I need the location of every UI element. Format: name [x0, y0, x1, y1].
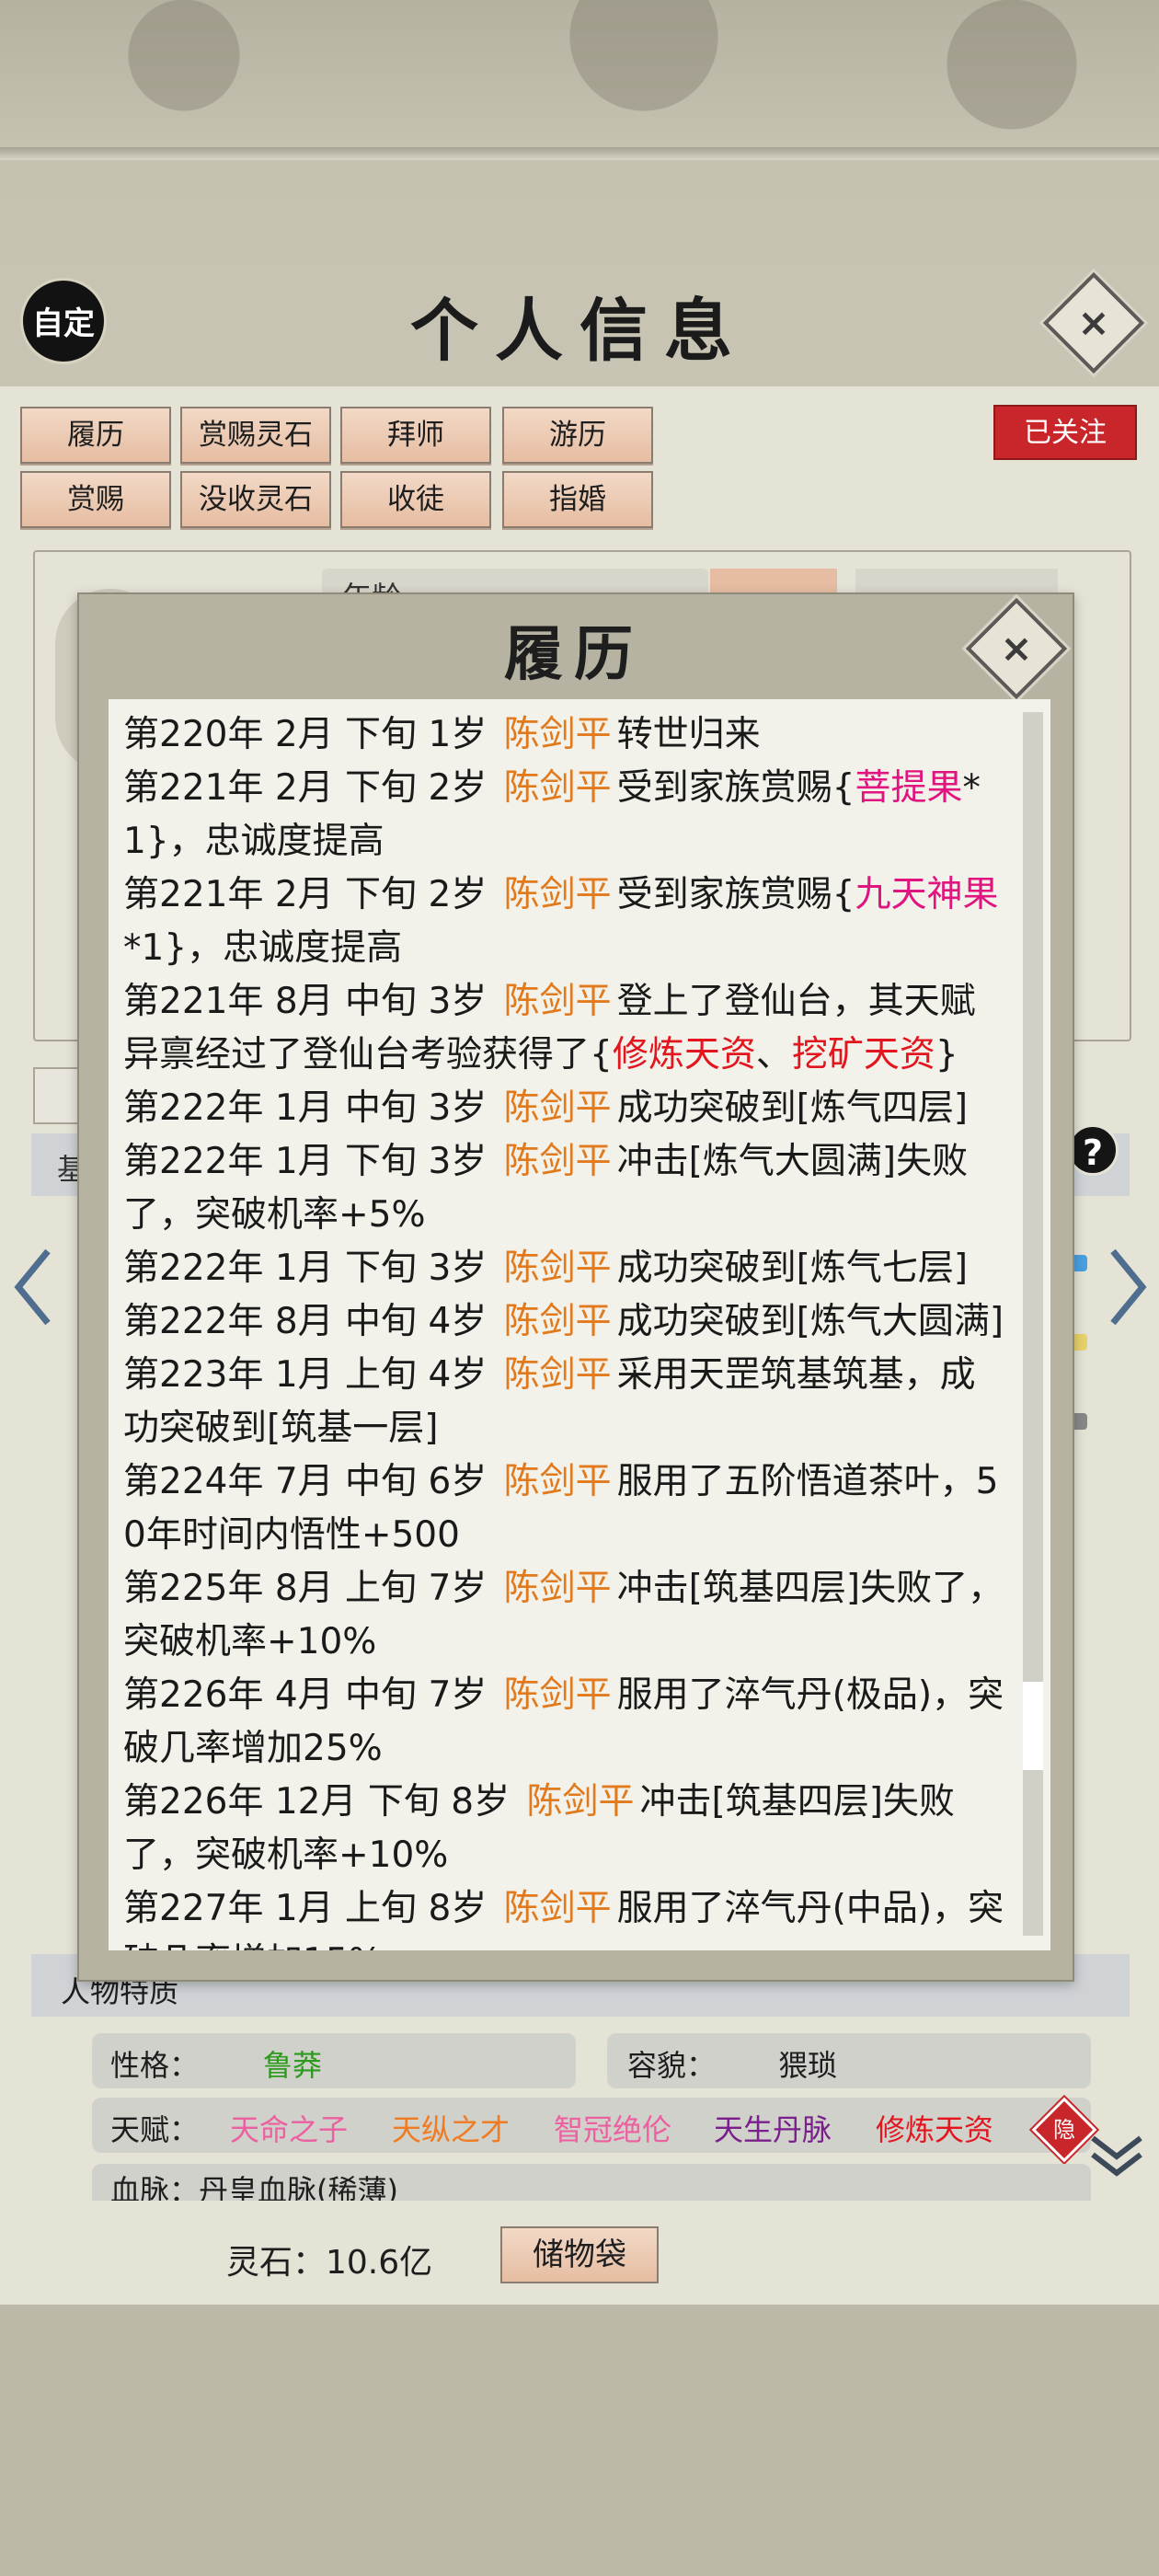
talent-item[interactable]: 天生丹脉 — [714, 2107, 832, 2149]
resume-entry: 第222年 8月 中旬 4岁 陈剑平 成功突破到[炼气大圆满] — [123, 1295, 1006, 1349]
resume-entry: 第226年 4月 中旬 7岁 陈剑平 服用了淬气丹(极品)，突破几率增加25% — [123, 1669, 1006, 1776]
personality-label: 性格： — [110, 2048, 200, 2083]
bloodline-text: 血脉：丹皇血脉(稀薄) — [110, 2173, 398, 2201]
tab-reward[interactable]: 赏赐 — [20, 471, 171, 528]
character-name: 陈剑平 — [503, 1674, 612, 1716]
character-name: 陈剑平 — [503, 981, 612, 1022]
entry-text: 成功突破到[炼气大圆满] — [616, 1301, 1004, 1342]
resume-entry: 第221年 2月 下旬 2岁 陈剑平 受到家族赏赐{菩提果*1}，忠诚度提高 — [123, 762, 1006, 868]
help-icon[interactable]: ? — [1067, 1124, 1119, 1176]
entry-text: 、 — [755, 1034, 792, 1075]
character-name: 陈剑平 — [503, 714, 612, 755]
resume-entry: 第226年 12月 下旬 8岁 陈剑平 冲击[筑基四层]失败了，突破机率+10% — [123, 1776, 1006, 1882]
resume-entry: 第220年 2月 下旬 1岁 陈剑平 转世归来 — [123, 708, 1006, 762]
entry-text: 第224年 7月 中旬 6岁 — [123, 1461, 499, 1502]
bloodline-row: 血脉：丹皇血脉(稀薄) — [92, 2164, 1091, 2201]
entry-text: 成功突破到[炼气四层] — [616, 1087, 969, 1129]
character-name: 陈剑平 — [503, 874, 612, 915]
bottom-background — [0, 2305, 1159, 2576]
character-name: 陈剑平 — [526, 1781, 635, 1823]
entry-text: 第222年 1月 中旬 3岁 — [123, 1087, 499, 1129]
hide-label: 隐 — [1053, 2117, 1075, 2143]
item-name: 菩提果 — [855, 767, 963, 809]
appearance-label: 容貌： — [627, 2048, 717, 2083]
follow-button[interactable]: 已关注 — [993, 405, 1137, 460]
talent-item[interactable]: 智冠绝伦 — [554, 2107, 671, 2149]
page-title: 个人信息 — [410, 292, 749, 371]
tab-take-master[interactable]: 拜师 — [340, 407, 491, 464]
item-name: 挖矿天资 — [791, 1034, 935, 1075]
resume-entry: 第227年 1月 上旬 8岁 陈剑平服用了淬气丹(中品)，突破几率增加15% — [123, 1882, 1006, 1950]
character-name: 陈剑平 — [503, 1087, 612, 1129]
resume-entry: 第222年 1月 中旬 3岁 陈剑平 成功突破到[炼气四层] — [123, 1082, 1006, 1135]
tab-take-disciple[interactable]: 收徒 — [340, 471, 491, 528]
tab-resume[interactable]: 履历 — [20, 407, 171, 464]
resume-entry: 第221年 2月 下旬 2岁 陈剑平 受到家族赏赐{九天神果 *1}，忠诚度提高 — [123, 868, 1006, 975]
entry-text: 第222年 1月 下旬 3岁 — [123, 1248, 499, 1289]
appearance-value: 猥琐 — [778, 2048, 838, 2083]
character-name: 陈剑平 — [503, 1248, 612, 1289]
resume-entry: 第222年 1月 下旬 3岁 陈剑平 成功突破到[炼气七层] — [123, 1242, 1006, 1295]
personality-value: 鲁莽 — [263, 2048, 323, 2083]
resume-entry: 第223年 1月 上旬 4岁 陈剑平 采用天罡筑基筑基，成功突破到[筑基一层] — [123, 1349, 1006, 1455]
resume-entry: 第224年 7月 中旬 6岁 陈剑平 服用了五阶悟道茶叶，50年时间内悟性+500 — [123, 1455, 1006, 1562]
character-name: 陈剑平 — [503, 767, 612, 809]
close-icon: × — [1000, 626, 1033, 671]
talent-item[interactable]: 天命之子 — [230, 2107, 348, 2149]
resume-entry: 第225年 8月 上旬 7岁 陈剑平 冲击[筑基四层]失败了，突破机率+10% — [123, 1562, 1006, 1669]
character-name: 陈剑平 — [503, 1141, 612, 1182]
resume-entry: 第221年 8月 中旬 3岁 陈剑平 登上了登仙台，其天赋异禀经过了登仙台考验获得… — [123, 975, 1006, 1082]
next-arrow-icon[interactable] — [1106, 1246, 1150, 1328]
entry-text: 第222年 1月 下旬 3岁 — [123, 1141, 499, 1182]
talent-label: 天赋： — [110, 2112, 200, 2147]
talent-item[interactable]: 天纵之才 — [392, 2107, 510, 2149]
resume-entries: 第220年 2月 下旬 1岁 陈剑平 转世归来 第221年 2月 下旬 2岁 陈剑平… — [123, 708, 1006, 1950]
entry-text: 第226年 4月 中旬 7岁 — [123, 1674, 499, 1716]
character-name: 陈剑平 — [503, 1354, 612, 1396]
character-name: 陈剑平 — [503, 1568, 612, 1609]
talent-item[interactable]: 修炼天资 — [876, 2107, 993, 2149]
entry-text: 第221年 2月 下旬 2岁 — [123, 874, 499, 915]
character-name: 陈剑平 — [503, 1301, 612, 1342]
tab-arrange-marriage[interactable]: 指婚 — [502, 471, 653, 528]
dialog-title: 履历 — [504, 620, 644, 689]
entry-text: 第221年 8月 中旬 3岁 — [123, 981, 499, 1022]
character-name: 陈剑平 — [503, 1461, 612, 1502]
entry-text: 受到家族赏赐{ — [616, 874, 855, 915]
tab-confiscate-stones[interactable]: 没收灵石 — [180, 471, 331, 528]
prev-arrow-icon[interactable] — [11, 1246, 55, 1328]
entry-text: 第221年 2月 下旬 2岁 — [123, 767, 499, 809]
tab-travel[interactable]: 游历 — [502, 407, 653, 464]
entry-text: 成功突破到[炼气七层] — [616, 1248, 969, 1289]
entry-text: *1}，忠诚度提高 — [123, 927, 403, 969]
spirit-stone-count: 灵石：10.6亿 — [226, 2244, 433, 2282]
entry-text: 受到家族赏赐{ — [616, 767, 855, 809]
tab-reward-stones[interactable]: 赏赐灵石 — [180, 407, 331, 464]
entry-text: 转世归来 — [616, 714, 761, 755]
character-name: 陈剑平 — [503, 1888, 612, 1929]
clip-mask — [0, 2201, 1159, 2219]
entry-text: 第220年 2月 下旬 1岁 — [123, 714, 499, 755]
scrollbar-thumb[interactable] — [1023, 1682, 1043, 1770]
entry-text: 第226年 12月 下旬 8岁 — [123, 1781, 522, 1823]
entry-text: 第225年 8月 上旬 7岁 — [123, 1568, 499, 1609]
entry-text: 第222年 8月 中旬 4岁 — [123, 1301, 499, 1342]
storage-bag-button[interactable]: 储物袋 — [500, 2226, 659, 2283]
expand-chevron-icon[interactable] — [1087, 2125, 1146, 2184]
entry-text: 第223年 1月 上旬 4岁 — [123, 1354, 499, 1396]
item-name: 九天神果 — [855, 874, 999, 915]
close-icon: × — [1077, 300, 1110, 345]
resume-log[interactable]: 第220年 2月 下旬 1岁 陈剑平 转世归来 第221年 2月 下旬 2岁 陈剑平… — [109, 699, 1050, 1950]
entry-text: 第227年 1月 上旬 8岁 — [123, 1888, 499, 1929]
entry-text: } — [935, 1034, 958, 1075]
resume-entry: 第222年 1月 下旬 3岁 陈剑平 冲击[炼气大圆满]失败了，突破机率+5% — [123, 1135, 1006, 1242]
item-name: 修炼天资 — [612, 1034, 756, 1075]
